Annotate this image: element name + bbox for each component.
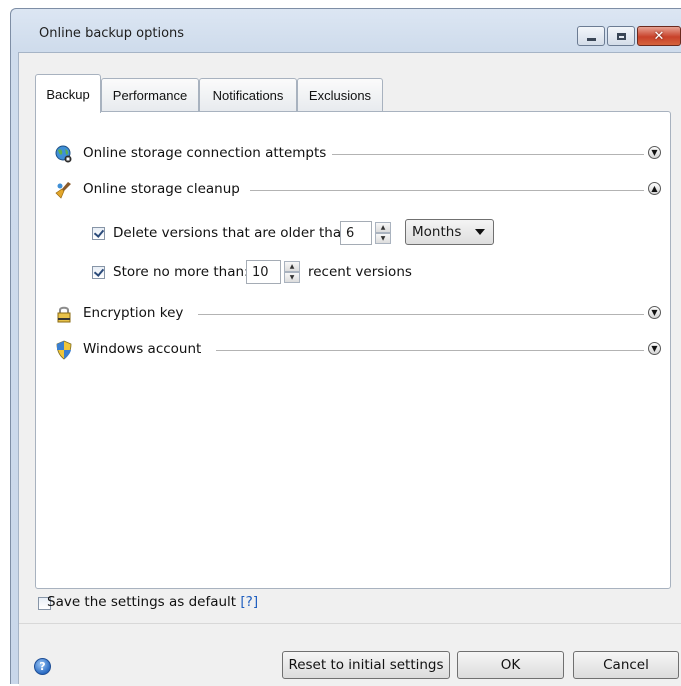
section-label-cleanup: Online storage cleanup	[83, 181, 250, 197]
close-button[interactable]: ✕	[637, 26, 681, 46]
section-divider	[216, 350, 644, 351]
maximize-icon	[616, 32, 626, 40]
section-label-connection: Online storage connection attempts	[83, 145, 337, 161]
tab-notifications[interactable]: Notifications	[199, 78, 297, 112]
section-label-encryption: Encryption key	[83, 305, 194, 321]
save-default-help-link[interactable]: [?]	[240, 594, 258, 610]
section-encryption-key[interactable]: Encryption key ▼	[36, 302, 672, 326]
cancel-button[interactable]: Cancel	[573, 651, 679, 679]
spin-up-arrow-icon[interactable]: ▲	[284, 261, 300, 272]
broom-icon	[55, 182, 71, 199]
save-default-label: Save the settings as default	[47, 594, 237, 610]
expand-chevron-down-icon[interactable]: ▼	[648, 342, 661, 355]
minimize-button[interactable]	[577, 26, 605, 46]
dropdown-arrow-icon	[475, 229, 485, 235]
section-divider	[198, 314, 644, 315]
store-limit-count-input[interactable]: 10	[246, 260, 281, 284]
save-default-row: Save the settings as default [?]	[47, 594, 258, 610]
section-divider	[332, 154, 644, 155]
globe-network-icon	[55, 145, 72, 163]
age-unit-value: Months	[412, 224, 462, 240]
tab-backup[interactable]: Backup	[35, 74, 101, 113]
spin-up-arrow-icon[interactable]: ▲	[375, 222, 391, 233]
section-label-windows-account: Windows account	[83, 341, 212, 357]
spin-down-arrow-icon[interactable]: ▼	[375, 233, 391, 244]
reset-button[interactable]: Reset to initial settings	[282, 651, 450, 679]
dialog-client-area: Backup Performance Notifications Exclusi…	[18, 52, 681, 686]
store-limit-spinner[interactable]: ▲ ▼	[284, 260, 300, 284]
delete-versions-checkbox[interactable]	[92, 227, 105, 240]
delete-versions-age-input[interactable]: 6	[340, 221, 372, 245]
age-unit-dropdown[interactable]: Months	[405, 219, 494, 245]
options-window: Online backup options ✕ Backup Performan…	[10, 8, 681, 686]
spin-down-arrow-icon[interactable]: ▼	[284, 272, 300, 283]
minimize-icon	[586, 37, 596, 41]
section-storage-cleanup[interactable]: Online storage cleanup ▲	[36, 178, 672, 202]
section-divider	[250, 190, 644, 191]
close-icon: ✕	[653, 28, 665, 44]
tab-exclusions[interactable]: Exclusions	[297, 78, 383, 112]
padlock-icon	[57, 306, 71, 323]
tab-performance[interactable]: Performance	[101, 78, 199, 112]
button-bar: ? Reset to initial settings OK Cancel	[19, 623, 681, 686]
delete-versions-spinner[interactable]: ▲ ▼	[375, 221, 391, 245]
store-limit-suffix: recent versions	[308, 264, 412, 280]
shield-icon	[56, 340, 72, 360]
section-connection-attempts[interactable]: Online storage connection attempts ▼	[36, 142, 672, 166]
backup-tab-panel: Online storage connection attempts ▼ Onl…	[35, 111, 671, 589]
store-limit-checkbox[interactable]	[92, 266, 105, 279]
ok-button[interactable]: OK	[457, 651, 564, 679]
title-bar[interactable]: Online backup options ✕	[11, 9, 681, 53]
window-title: Online backup options	[39, 26, 185, 41]
maximize-button[interactable]	[607, 26, 635, 46]
help-icon[interactable]: ?	[34, 658, 51, 675]
delete-versions-label: Delete versions that are older than:	[113, 225, 355, 241]
section-windows-account[interactable]: Windows account ▼	[36, 338, 672, 362]
store-limit-label: Store no more than:	[113, 264, 249, 280]
collapse-chevron-up-icon[interactable]: ▲	[648, 182, 661, 195]
expand-chevron-down-icon[interactable]: ▼	[648, 306, 661, 319]
expand-chevron-down-icon[interactable]: ▼	[648, 146, 661, 159]
